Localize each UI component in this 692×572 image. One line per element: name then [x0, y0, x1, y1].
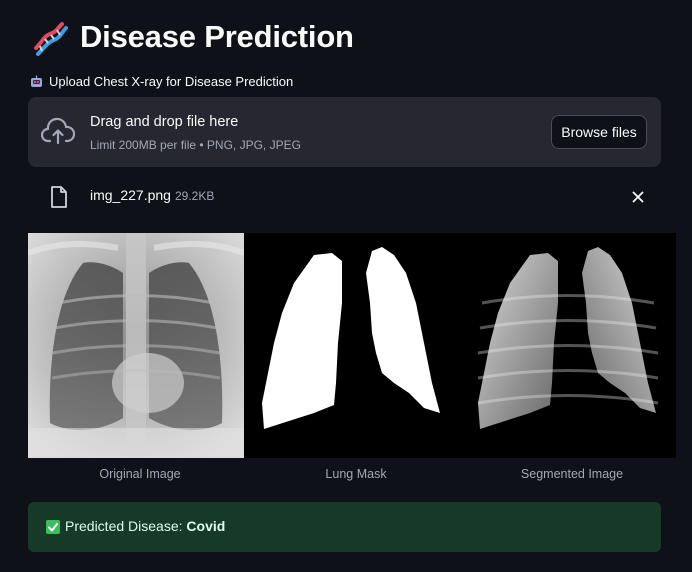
- dna-icon: [34, 22, 68, 56]
- prediction-text: Predicted Disease: Covid: [65, 518, 225, 534]
- uploaded-file-row: img_227.png 29.2KB: [28, 180, 661, 214]
- check-icon: [46, 520, 60, 534]
- prediction-prefix: Predicted Disease:: [65, 518, 183, 534]
- browse-files-button[interactable]: Browse files: [551, 115, 647, 149]
- prediction-alert: Predicted Disease: Covid: [28, 502, 661, 552]
- file-size: 29.2KB: [175, 189, 215, 203]
- dropzone-title: Drag and drop file here: [90, 114, 239, 130]
- original-xray-image: [28, 233, 244, 458]
- prediction-value: Covid: [186, 518, 226, 534]
- close-icon[interactable]: [630, 189, 646, 205]
- robot-icon: [31, 75, 42, 87]
- file-dropzone[interactable]: Drag and drop file here Limit 200MB per …: [28, 97, 661, 167]
- segmented-image: [460, 233, 676, 458]
- page-header: Disease Prediction: [30, 18, 354, 56]
- upload-label: Upload Chest X-ray for Disease Predictio…: [30, 74, 293, 89]
- page-title: Disease Prediction: [80, 19, 354, 54]
- app-page: Disease Prediction Upload Chest X-ray fo…: [0, 0, 692, 572]
- file-name: img_227.png: [90, 187, 171, 203]
- original-image-caption: Original Image: [99, 467, 181, 481]
- cloud-upload-icon: [41, 117, 75, 145]
- lung-mask-caption: Lung Mask: [325, 467, 387, 481]
- file-icon: [51, 186, 67, 208]
- upload-label-text: Upload Chest X-ray for Disease Predictio…: [49, 74, 294, 89]
- lung-mask-image: [244, 233, 460, 458]
- dropzone-limit-text: Limit 200MB per file • PNG, JPG, JPEG: [90, 138, 301, 152]
- segmented-image-caption: Segmented Image: [520, 467, 624, 481]
